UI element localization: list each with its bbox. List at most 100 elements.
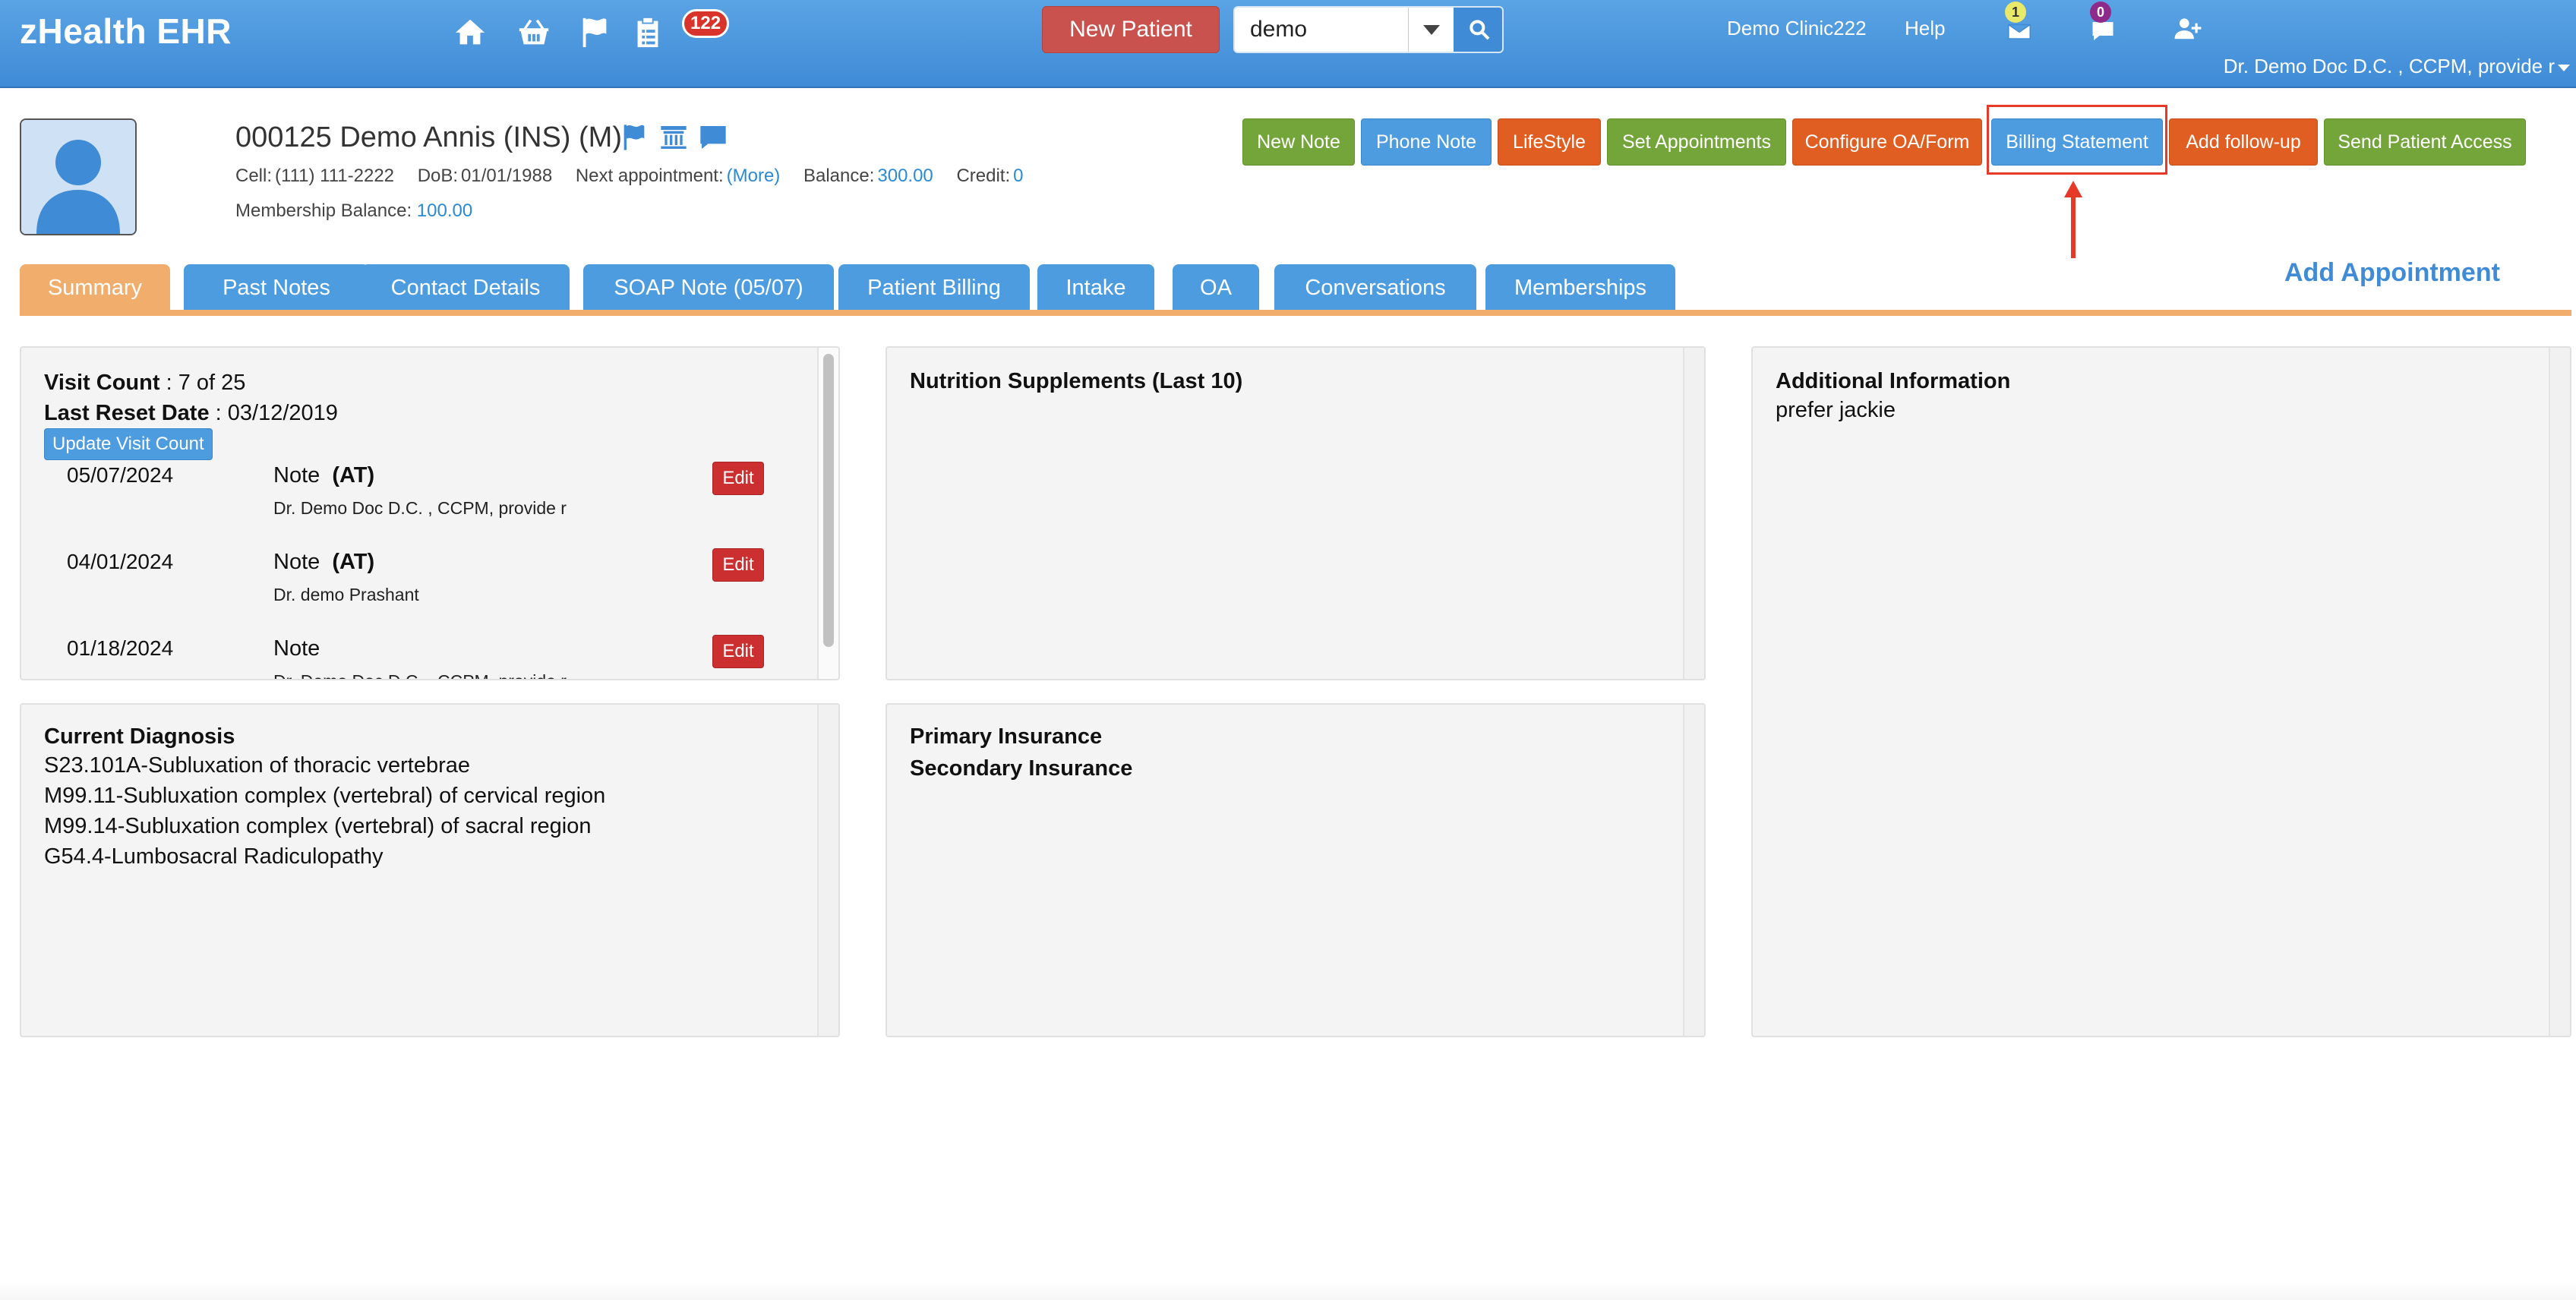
tab-oa[interactable]: OA: [1173, 264, 1259, 311]
visit-notes-panel[interactable]: Visit Count : 7 of 25 Last Reset Date : …: [20, 346, 840, 680]
dob-value: 01/01/1988: [461, 166, 553, 186]
search-icon: [1470, 20, 1490, 40]
diagnosis-item: M99.14-Subluxation complex (vertebral) o…: [44, 814, 592, 838]
annotation-arrow-icon: [2064, 181, 2082, 258]
scrollbar-thumb[interactable]: [823, 354, 834, 647]
tab-past-notes[interactable]: Past Notes: [184, 264, 369, 311]
panel-scrollbar[interactable]: [817, 348, 838, 679]
configure-oa-form-button[interactable]: Configure OA/Form: [1792, 118, 1982, 166]
search-dropdown[interactable]: [1408, 8, 1454, 52]
update-visit-count-button[interactable]: Update Visit Count: [44, 428, 213, 460]
diagnosis-item: M99.11-Subluxation complex (vertebral) o…: [44, 784, 606, 808]
current-diagnosis-panel: Current Diagnosis S23.101A-Subluxation o…: [20, 703, 840, 1037]
next-appointment-label: Next appointment:: [575, 166, 724, 186]
nutrition-supplements-panel: Nutrition Supplements (Last 10): [886, 346, 1706, 680]
note-type: Note (AT): [273, 550, 375, 574]
next-appointment-more-link[interactable]: (More): [727, 166, 781, 186]
patient-search: [1233, 6, 1504, 53]
note-date: 05/07/2024: [67, 463, 174, 487]
panel-scrollbar[interactable]: [1683, 348, 1704, 679]
membership-label: Membership Balance:: [235, 200, 412, 221]
send-patient-access-button[interactable]: Send Patient Access: [2324, 118, 2526, 166]
new-patient-button[interactable]: New Patient: [1042, 6, 1220, 53]
note-date: 04/01/2024: [67, 550, 174, 573]
panel-scrollbar[interactable]: [817, 705, 838, 1036]
phone-note-button[interactable]: Phone Note: [1361, 118, 1492, 166]
tab-contact-details[interactable]: Contact Details: [361, 264, 570, 311]
patient-avatar[interactable]: [20, 118, 137, 235]
mail-count-badge: 1: [2005, 2, 2026, 23]
visit-count-label: Visit Count: [44, 371, 160, 395]
clinic-selector[interactable]: Demo Clinic222: [1727, 17, 1867, 40]
home-icon[interactable]: [450, 12, 491, 53]
tab-underline: [20, 310, 2571, 316]
top-navbar: zHealth EHR 122 New Patient Demo Clinic2…: [0, 0, 2576, 88]
help-link[interactable]: Help: [1905, 17, 1945, 40]
note-provider: Dr. Demo Doc D.C. , CCPM, provide r: [273, 671, 567, 679]
secondary-insurance-title: Secondary Insurance: [910, 756, 1133, 781]
additional-information-panel: Additional Information prefer jackie: [1751, 346, 2571, 1037]
add-follow-up-button[interactable]: Add follow-up: [2169, 118, 2318, 166]
balance-value[interactable]: 300.00: [877, 166, 933, 186]
tab-soap-note[interactable]: SOAP Note (05/07): [583, 264, 834, 311]
set-appointments-button[interactable]: Set Appointments: [1607, 118, 1786, 166]
lifestyle-button[interactable]: LifeStyle: [1498, 118, 1601, 166]
note-provider: Dr. Demo Doc D.C. , CCPM, provide r: [273, 498, 567, 518]
additional-info-text: prefer jackie: [1776, 398, 1896, 422]
patient-quick-icons: [618, 121, 729, 153]
flag-icon[interactable]: [618, 121, 650, 153]
note-type: Note: [273, 636, 320, 661]
visit-count: Visit Count : 7 of 25: [44, 371, 245, 396]
panel-scrollbar[interactable]: [2549, 348, 2570, 1036]
panel-title: Current Diagnosis: [44, 724, 235, 749]
last-reset-label: Last Reset Date: [44, 401, 210, 425]
app-brand[interactable]: zHealth EHR: [20, 11, 232, 52]
tab-intake[interactable]: Intake: [1037, 264, 1154, 311]
annotation-highlight-box: [1987, 105, 2167, 175]
diagnosis-item: G54.4-Lumbosacral Radiculopathy: [44, 844, 384, 869]
building-icon[interactable]: [658, 121, 690, 153]
page-bottom-edge: [0, 1282, 2576, 1300]
balance-label: Balance:: [803, 166, 875, 186]
tab-patient-billing[interactable]: Patient Billing: [838, 264, 1030, 311]
note-type: Note (AT): [273, 463, 375, 488]
chevron-down-icon: [2558, 64, 2570, 71]
visit-count-value: : 7 of 25: [166, 371, 246, 395]
panel-scrollbar[interactable]: [1683, 705, 1704, 1036]
dob-label: DoB:: [417, 166, 459, 186]
credit-value[interactable]: 0: [1013, 166, 1023, 186]
last-reset-value: : 03/12/2019: [215, 401, 338, 425]
tab-conversations[interactable]: Conversations: [1274, 264, 1476, 311]
last-reset-date: Last Reset Date : 03/12/2019: [44, 401, 338, 426]
new-note-button[interactable]: New Note: [1242, 118, 1355, 166]
add-appointment-link[interactable]: Add Appointment: [2284, 258, 2500, 288]
tab-summary[interactable]: Summary: [20, 264, 170, 311]
basket-icon[interactable]: [513, 12, 554, 53]
clipboard-icon[interactable]: [627, 12, 668, 53]
user-menu[interactable]: Dr. Demo Doc D.C. , CCPM, provide r: [2224, 55, 2570, 78]
membership-value[interactable]: 100.00: [417, 200, 472, 221]
edit-note-button[interactable]: Edit: [712, 548, 764, 582]
edit-note-button[interactable]: Edit: [712, 635, 764, 668]
cell-label: Cell:: [235, 166, 273, 186]
panel-title: Additional Information: [1776, 369, 2011, 393]
patient-info-line: Cell: (111) 111-2222 DoB: 01/01/1988 Next …: [235, 166, 1024, 187]
tab-memberships[interactable]: Memberships: [1485, 264, 1675, 311]
credit-label: Credit:: [956, 166, 1011, 186]
membership-balance: Membership Balance: 100.00: [235, 200, 472, 222]
diagnosis-item: S23.101A-Subluxation of thoracic vertebr…: [44, 753, 471, 778]
insurance-panel: Primary Insurance Secondary Insurance: [886, 703, 1706, 1037]
search-input[interactable]: [1235, 8, 1408, 52]
edit-note-button[interactable]: Edit: [712, 462, 764, 495]
tasks-count-badge[interactable]: 122: [682, 9, 730, 38]
chat-count-badge: 0: [2090, 2, 2111, 23]
primary-insurance-title: Primary Insurance: [910, 724, 1103, 749]
chevron-down-icon: [1422, 24, 1440, 35]
comment-icon[interactable]: [697, 121, 729, 153]
add-user-icon[interactable]: [2167, 8, 2208, 49]
patient-title: 000125 Demo Annis (INS) (M): [235, 121, 622, 153]
search-button[interactable]: [1454, 8, 1502, 52]
flag-icon[interactable]: [574, 12, 615, 53]
note-provider: Dr. demo Prashant: [273, 585, 419, 604]
panel-title: Nutrition Supplements (Last 10): [910, 369, 1243, 393]
